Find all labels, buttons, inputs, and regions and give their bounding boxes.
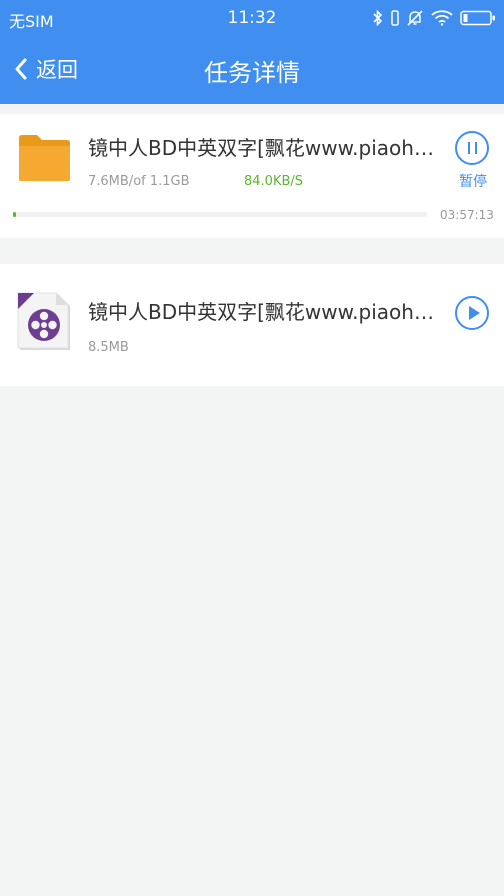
video-file-card[interactable]: 镜中人BD中英双字[飘花www.piaohua.com].mp4 8.5MB	[0, 264, 504, 386]
mp4-video-icon	[17, 292, 70, 350]
app-header: 无SIM 11:32 返回 任务详情	[0, 0, 504, 104]
page-title: 任务详情	[204, 59, 300, 87]
pause-label[interactable]: 暂停	[453, 171, 493, 191]
pause-icon	[468, 142, 470, 154]
download-progress-bar	[13, 212, 427, 217]
bluetooth-icon	[373, 9, 383, 27]
file-size: 8.5MB	[88, 340, 129, 355]
vibrate-icon	[391, 10, 399, 26]
wifi-icon	[431, 10, 453, 26]
mute-bell-icon	[407, 10, 423, 26]
play-icon	[469, 306, 480, 320]
file-name: 镜中人BD中英双字[飘花www.piaohua.com].mp4	[88, 136, 436, 160]
navigation-bar: 返回 任务详情	[0, 36, 504, 102]
pause-button[interactable]	[455, 131, 489, 165]
file-name: 镜中人BD中英双字[飘花www.piaohua.com].mp4	[88, 300, 436, 324]
status-bar: 无SIM 11:32	[0, 0, 504, 36]
download-speed: 84.0KB/S	[244, 174, 304, 189]
download-size: 7.6MB/of 1.1GB	[88, 174, 190, 189]
folder-icon	[19, 135, 70, 181]
download-task-card[interactable]: 镜中人BD中英双字[飘花www.piaohua.com].mp4 7.6MB/o…	[0, 114, 504, 238]
battery-icon	[460, 10, 495, 26]
time-remaining: 03:57:13	[440, 208, 494, 222]
progress-fill	[13, 212, 16, 217]
status-icons	[372, 7, 496, 29]
play-button[interactable]	[455, 296, 489, 330]
